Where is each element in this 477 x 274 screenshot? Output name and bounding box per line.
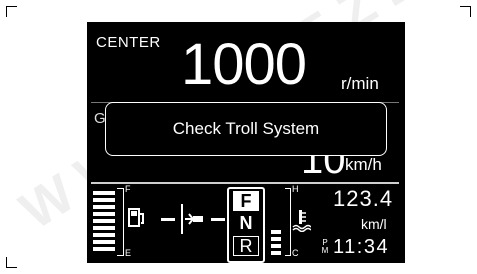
ampm-bottom: M (321, 246, 329, 255)
fuel-level-gauge (93, 190, 117, 254)
fuel-pump-icon (128, 206, 146, 233)
temperature-gauge (271, 190, 283, 255)
fuel-economy-unit: km/l (361, 216, 387, 232)
rpm-value: 1000 (181, 32, 307, 97)
am-pm-indicator: P M (321, 239, 329, 255)
temperature-hot-label: H (292, 184, 299, 194)
crop-mark-top-right (460, 6, 471, 17)
fuel-segment (93, 240, 115, 244)
trim-indicator-right (211, 218, 225, 221)
speed-label-partial: G (94, 110, 106, 127)
crop-mark-top-left (6, 6, 17, 17)
rpm-unit: r/min (341, 74, 379, 93)
fuel-empty-label: E (125, 248, 132, 258)
gear-forward: F (233, 191, 259, 211)
fuel-segment (93, 205, 115, 209)
coolant-temp-icon (291, 208, 312, 237)
fuel-segment (93, 219, 115, 223)
fuel-full-label: F (125, 184, 131, 194)
speed-unit: km/h (345, 155, 382, 174)
engine-trim-icon (183, 208, 209, 235)
crop-mark-bottom-left (6, 257, 17, 268)
temperature-cold-label: C (292, 248, 299, 258)
gear-reverse: R (233, 236, 259, 256)
gear-indicator: F N R (227, 187, 265, 263)
fuel-segment (93, 247, 115, 251)
fuel-scale (117, 188, 124, 256)
fuel-segment (93, 198, 115, 202)
bottom-divider (91, 182, 399, 184)
fuel-segment (93, 212, 115, 216)
fuel-economy-value: 123.4 (333, 186, 394, 211)
mode-label: CENTER (96, 34, 161, 51)
multifunction-display: CENTER 1000 r/min G 10 km/h Check Troll … (87, 22, 405, 263)
trim-indicator-left (161, 218, 175, 221)
alert-message: Check Troll System (172, 119, 320, 138)
fuel-segment (93, 233, 115, 237)
clock-time: 11:34 (333, 236, 390, 258)
fuel-segment (93, 226, 115, 230)
alert-popup: Check Troll System (105, 102, 387, 156)
gear-neutral: N (239, 213, 253, 233)
fuel-segment (93, 191, 115, 195)
